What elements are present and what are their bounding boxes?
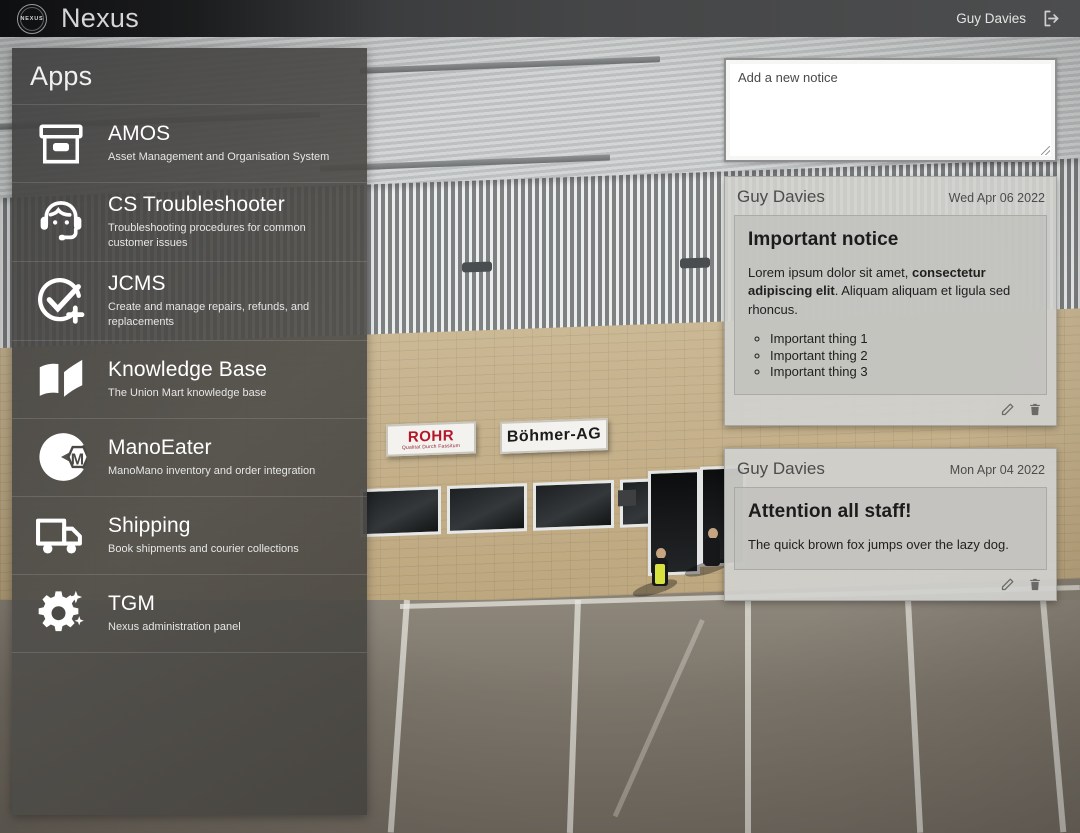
sign-bohmer-ag: Böhmer-AG <box>500 418 608 454</box>
logout-icon[interactable] <box>1040 8 1062 30</box>
sign-rohr: ROHR Qualitat Durch Fassitum <box>386 421 476 457</box>
apps-panel: Apps AMOS Asset Management and Organisat… <box>12 48 367 815</box>
app-name: TGM <box>108 591 155 615</box>
notice-card: Guy Davies Wed Apr 06 2022 Important not… <box>724 176 1057 427</box>
notice-header: Guy Davies Mon Apr 04 2022 <box>734 457 1047 487</box>
notice-date: Wed Apr 06 2022 <box>948 191 1045 205</box>
emblem-label: Nexus <box>20 15 44 22</box>
app-description: Troubleshooting procedures for common cu… <box>108 222 306 249</box>
notice-title: Important notice <box>748 229 899 250</box>
pencil-icon[interactable] <box>1000 577 1015 592</box>
apps-panel-title: Apps <box>30 61 93 91</box>
app-item-jcms[interactable]: JCMS Create and manage repairs, refunds,… <box>12 260 367 340</box>
app-item-shipping[interactable]: Shipping Book shipments and courier coll… <box>12 495 367 574</box>
open-book-icon <box>30 353 92 405</box>
check-circle-plus-icon <box>30 275 92 327</box>
notice-header: Guy Davies Wed Apr 06 2022 <box>734 185 1047 215</box>
app-item-cs-troubleshooter[interactable]: CS Troubleshooter Troubleshooting proced… <box>12 182 367 261</box>
archive-box-icon <box>30 119 92 169</box>
new-notice-input[interactable] <box>730 64 1051 156</box>
topbar-right-group: Guy Davies <box>956 8 1062 30</box>
trash-icon[interactable] <box>1028 577 1042 592</box>
wall-lamp <box>680 257 710 269</box>
notice-body: Attention all staff! The quick brown fox… <box>734 487 1047 570</box>
nexus-logo-emblem: Nexus <box>17 3 47 34</box>
app-description: The Union Mart knowledge base <box>108 386 267 399</box>
notice-card: Guy Davies Mon Apr 04 2022 Attention all… <box>724 448 1057 601</box>
delivery-truck-icon <box>30 508 92 562</box>
notice-actions <box>734 570 1047 596</box>
trash-icon[interactable] <box>1028 402 1042 417</box>
app-item-tgm[interactable]: TGM Nexus administration panel <box>12 573 367 652</box>
new-notice-container <box>724 58 1057 162</box>
page-title: Nexus <box>61 3 140 33</box>
app-name: ManoEater <box>108 435 212 459</box>
app-item-amos[interactable]: AMOS Asset Management and Organisation S… <box>12 104 367 182</box>
notice-actions <box>734 395 1047 421</box>
notice-bullet-list: Important thing 1 Important thing 2 Impo… <box>770 331 1033 380</box>
list-item: Important thing 3 <box>770 364 1033 380</box>
notice-date: Mon Apr 04 2022 <box>949 463 1045 478</box>
app-item-manoeater[interactable]: M ManoEater ManoMano inventory and order… <box>12 417 367 496</box>
wall-box <box>618 489 636 507</box>
app-description: Nexus administration panel <box>108 620 241 633</box>
app-name: CS Troubleshooter <box>108 193 285 216</box>
apps-panel-empty-area <box>12 651 367 802</box>
notice-body: Important notice Lorem ipsum dolor sit a… <box>734 215 1047 396</box>
app-name: JCMS <box>108 271 166 295</box>
headset-support-icon <box>30 196 92 248</box>
notice-title: Attention all staff! <box>748 501 912 523</box>
list-item: Important thing 1 <box>770 331 1033 347</box>
gear-sparkle-icon <box>30 586 92 640</box>
app-description: Book shipments and courier collections <box>108 542 299 555</box>
wall-lamp <box>462 261 492 273</box>
notice-author: Guy Davies <box>737 459 825 479</box>
person-in-vest <box>631 548 679 601</box>
person-second <box>683 528 731 581</box>
app-item-knowledge-base[interactable]: Knowledge Base The Union Mart knowledge … <box>12 339 367 418</box>
parking-line <box>745 600 751 833</box>
notice-author: Guy Davies <box>737 187 825 206</box>
app-name: Shipping <box>108 513 191 537</box>
list-item: Important thing 2 <box>770 348 1033 364</box>
notice-paragraph: The quick brown fox jumps over the lazy … <box>748 537 1009 553</box>
svg-text:M: M <box>71 451 84 469</box>
manomano-pacman-icon: M <box>30 431 92 483</box>
app-description: Create and manage repairs, refunds, and … <box>108 300 310 328</box>
app-name: AMOS <box>108 122 171 145</box>
app-name: Knowledge Base <box>108 357 268 381</box>
notice-paragraph-pre: Lorem ipsum dolor sit amet, <box>748 265 913 280</box>
current-user-name: Guy Davies <box>956 11 1026 26</box>
top-app-bar: Nexus Nexus Guy Davies <box>0 0 1080 37</box>
notice-paragraph: Lorem ipsum dolor sit amet, consectetur … <box>748 264 1033 319</box>
app-description: Asset Management and Organisation System <box>108 151 330 164</box>
pencil-icon[interactable] <box>1000 402 1015 417</box>
notices-column: Guy Davies Wed Apr 06 2022 Important not… <box>724 58 1057 601</box>
app-description: ManoMano inventory and order integration <box>108 464 316 477</box>
